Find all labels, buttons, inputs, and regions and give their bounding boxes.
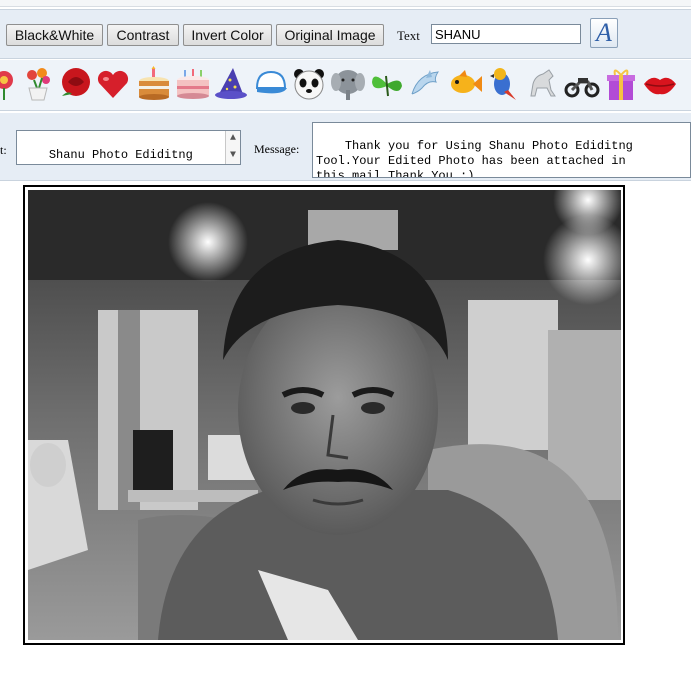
cake-icon[interactable] [175,66,211,102]
text-label: Text [397,28,420,43]
heart-icon[interactable] [95,66,131,102]
font-letter-icon: A [596,18,612,47]
photo-canvas[interactable] [23,185,625,645]
subject-scrollbar[interactable]: ▲ ▼ [225,131,240,164]
edited-photo [28,190,621,640]
lips-icon[interactable] [642,66,678,102]
birthday-cake-icon[interactable] [136,66,172,102]
wizard-hat-icon[interactable] [213,66,249,102]
parrot-icon[interactable] [486,66,522,102]
panda-icon[interactable] [291,66,327,102]
black-white-button[interactable]: Black&White [6,24,103,46]
dolphin-icon[interactable] [408,66,444,102]
flower-pot-icon[interactable] [20,66,56,102]
overlay-text-input[interactable] [431,24,581,44]
invert-color-button[interactable]: Invert Color [183,24,272,46]
rose-icon[interactable] [58,66,94,102]
butterfly-icon[interactable] [369,66,405,102]
scroll-up-icon[interactable]: ▲ [228,133,238,145]
message-label: Message: [254,142,300,156]
flower-icon[interactable] [0,66,22,102]
cap-icon[interactable] [253,66,289,102]
subject-textarea[interactable]: Shanu Photo Ediditng Tool Photo ▲ ▼ [16,130,241,165]
gift-box-icon[interactable] [603,66,639,102]
message-textarea[interactable]: Thank you for Using Shanu Photo Ediditng… [312,122,691,178]
horse-icon[interactable] [525,66,561,102]
photo-toolbar: Black&White Contrast Invert Color Origin… [0,9,691,59]
motorbike-icon[interactable] [564,66,600,102]
sticker-toolbar [0,60,691,111]
top-strip [0,0,691,7]
font-style-button[interactable]: A [590,18,618,48]
subject-label: t: [0,143,7,157]
subject-text: Shanu Photo Ediditng Tool Photo [20,148,193,164]
elephant-icon[interactable] [330,66,366,102]
contrast-button[interactable]: Contrast [107,24,179,46]
original-image-button[interactable]: Original Image [276,24,384,46]
fish-icon[interactable] [447,66,483,102]
message-text: Thank you for Using Shanu Photo Ediditng… [316,139,633,178]
scroll-down-icon[interactable]: ▼ [228,150,238,162]
mail-bar: t: Shanu Photo Ediditng Tool Photo ▲ ▼ M… [0,113,691,181]
